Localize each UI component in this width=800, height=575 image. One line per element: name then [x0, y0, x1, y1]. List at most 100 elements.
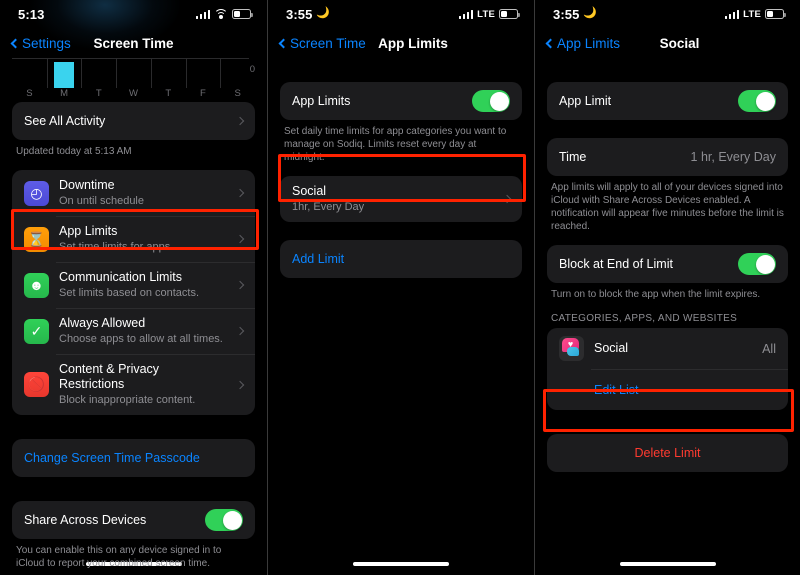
limit-row-title: Social	[292, 184, 327, 198]
content-screen-time: S M T W T F S 0 See All Activity Updated…	[0, 58, 267, 575]
see-all-activity-row[interactable]: See All Activity	[12, 102, 255, 140]
delete-limit-card: Delete Limit	[547, 434, 788, 472]
time-label: Time	[559, 149, 587, 164]
block-at-end-toggle[interactable]	[738, 253, 776, 275]
battery-icon	[499, 9, 520, 19]
category-row-social[interactable]: Social All	[547, 328, 788, 369]
limit-row-social[interactable]: Social 1hr, Every Day	[280, 176, 522, 222]
row-always-allowed-title: Always Allowed	[59, 316, 146, 330]
chart-bars	[12, 60, 255, 88]
network-label: LTE	[477, 8, 495, 20]
usage-chart: S M T W T F S 0	[12, 58, 255, 102]
status-clock: 3:55	[286, 6, 313, 22]
share-across-devices-toggle[interactable]	[205, 509, 243, 531]
crescent-moon-icon: 🌙	[583, 6, 598, 19]
row-content-privacy-sub: Block inappropriate content.	[59, 394, 196, 406]
checkmark-badge-icon: ✓	[24, 318, 49, 344]
chevron-right-icon	[235, 326, 245, 336]
content-app-limits: App Limits Set daily time limits for app…	[268, 58, 534, 278]
add-limit-row[interactable]: Add Limit	[280, 240, 522, 278]
category-row-value: All	[762, 341, 776, 356]
chevron-right-icon	[235, 380, 245, 389]
chevron-right-icon	[235, 280, 245, 290]
change-passcode-row[interactable]: Change Screen Time Passcode	[12, 439, 255, 477]
edit-list-row[interactable]: Edit List	[547, 369, 788, 410]
categories-card: Social All Edit List	[547, 328, 788, 410]
limit-list-card: Social 1hr, Every Day	[280, 176, 522, 222]
row-downtime[interactable]: ◴ Downtime On until schedule	[12, 170, 255, 216]
block-at-end-label: Block at End of Limit	[559, 256, 673, 271]
share-across-devices-row[interactable]: Share Across Devices	[12, 501, 255, 539]
moon-clock-icon: ◴	[24, 180, 49, 206]
network-label: LTE	[743, 8, 761, 20]
person-circle-icon: ☻	[24, 272, 49, 298]
panel-app-limits: 3:55 🌙 LTE Screen Time App Limits App Li…	[267, 0, 534, 575]
time-card: Time 1 hr, Every Day	[547, 138, 788, 176]
limit-row-subtitle: 1hr, Every Day	[292, 201, 365, 213]
time-row[interactable]: Time 1 hr, Every Day	[547, 138, 788, 176]
app-limit-toggle-card: App Limit	[547, 82, 788, 120]
app-limits-toggle-card: App Limits	[280, 82, 522, 120]
chart-tick-4: T	[165, 88, 172, 99]
see-all-activity-card: See All Activity	[12, 102, 255, 140]
status-left: 5:13	[18, 7, 44, 22]
row-app-limits-title: App Limits	[59, 224, 118, 238]
app-limit-toggle-row[interactable]: App Limit	[547, 82, 788, 120]
wifi-icon	[214, 8, 228, 20]
row-downtime-title: Downtime	[59, 178, 115, 192]
back-button-settings[interactable]: Settings	[10, 36, 71, 51]
back-label: App Limits	[557, 35, 621, 51]
chevron-left-icon	[545, 38, 556, 48]
battery-icon	[232, 9, 253, 19]
delete-limit-row[interactable]: Delete Limit	[547, 434, 788, 472]
see-all-activity-label: See All Activity	[24, 113, 106, 128]
chart-day-labels: S M T W T F S	[12, 88, 255, 102]
row-communication-limits-title: Communication Limits	[59, 270, 182, 284]
row-app-limits[interactable]: ⌛ App Limits Set time limits for apps.	[12, 216, 255, 262]
signal-icon	[195, 9, 210, 19]
row-downtime-sub: On until schedule	[59, 195, 144, 207]
home-indicator	[619, 562, 716, 566]
status-bar: 3:55 🌙 LTE	[535, 0, 800, 28]
status-left: 3:55 🌙	[286, 7, 330, 22]
app-limits-footnote: Set daily time limits for app categories…	[284, 126, 507, 163]
change-passcode-label: Change Screen Time Passcode	[24, 451, 200, 465]
chevron-right-icon	[235, 116, 245, 126]
signal-icon	[458, 9, 474, 19]
app-limits-toggle-label: App Limits	[292, 93, 351, 108]
add-limit-card: Add Limit	[280, 240, 522, 278]
edit-list-label: Edit List	[594, 382, 639, 397]
nav-bar: Screen Time App Limits	[268, 28, 534, 58]
back-label: Screen Time	[290, 35, 366, 51]
status-clock: 3:55	[553, 6, 580, 22]
app-limit-toggle[interactable]	[738, 90, 776, 112]
share-across-devices-card: Share Across Devices	[12, 501, 255, 539]
status-bar: 3:55 🌙 LTE	[268, 0, 534, 28]
home-indicator	[353, 562, 449, 566]
row-communication-limits[interactable]: ☻ Communication Limits Set limits based …	[12, 262, 255, 308]
row-always-allowed[interactable]: ✓ Always Allowed Choose apps to allow at…	[12, 308, 255, 354]
status-left: 3:55 🌙	[553, 7, 597, 22]
panel-social-limit: 3:55 🌙 LTE App Limits Social App Limit T…	[534, 0, 800, 575]
chart-tick-1: M	[60, 88, 69, 99]
signal-icon	[724, 9, 740, 19]
chevron-right-icon	[502, 194, 512, 204]
chart-tick-2: T	[95, 88, 102, 99]
back-button-app-limits[interactable]: App Limits	[545, 35, 621, 51]
row-content-privacy[interactable]: 🚫 Content & Privacy Restrictions Block i…	[12, 354, 255, 415]
block-at-end-row[interactable]: Block at End of Limit	[547, 245, 788, 283]
panel-screen-time: 5:13 Settings Screen Time S M T W T F S …	[0, 0, 267, 575]
updated-note: Updated today at 5:13 AM	[16, 146, 132, 157]
content-social-limit: App Limit Time 1 hr, Every Day App limit…	[535, 58, 800, 472]
app-limits-toggle-row[interactable]: App Limits	[280, 82, 522, 120]
back-button-screen-time[interactable]: Screen Time	[278, 35, 366, 51]
change-passcode-card: Change Screen Time Passcode	[12, 439, 255, 477]
nav-bar: App Limits Social	[535, 28, 800, 58]
crescent-moon-icon: 🌙	[316, 6, 331, 19]
chart-tick-3: W	[129, 88, 138, 99]
screen-time-features-card: ◴ Downtime On until schedule ⌛ App Limit…	[12, 170, 255, 415]
app-limits-toggle[interactable]	[472, 90, 510, 112]
no-entry-icon: 🚫	[24, 372, 49, 397]
categories-section-label: CATEGORIES, APPS, AND WEBSITES	[551, 313, 738, 324]
hourglass-icon: ⌛	[24, 226, 49, 252]
